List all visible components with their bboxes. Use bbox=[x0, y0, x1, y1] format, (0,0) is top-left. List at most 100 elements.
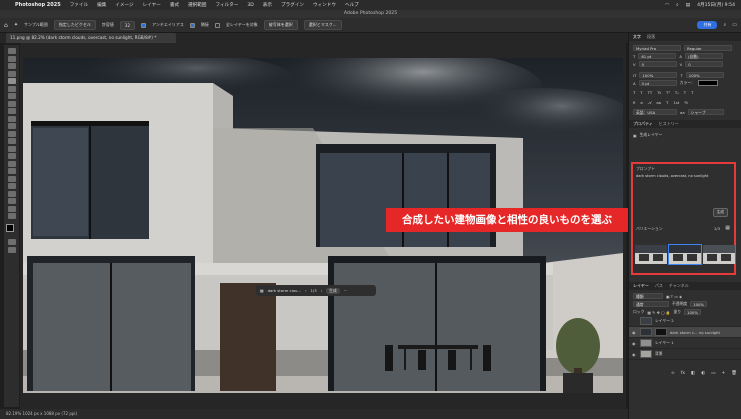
zoom-tool-icon[interactable] bbox=[7, 205, 16, 212]
tab-paragraph[interactable]: 段落 bbox=[647, 34, 655, 40]
menu-layer[interactable]: レイヤー bbox=[143, 2, 161, 8]
more-tools-icon[interactable] bbox=[7, 213, 16, 219]
lasso-tool-icon[interactable] bbox=[7, 70, 16, 77]
tab-character[interactable]: 文字 bbox=[633, 34, 641, 40]
move-tool-icon[interactable] bbox=[7, 48, 16, 54]
menu-type[interactable]: 書式 bbox=[170, 2, 179, 8]
layer-row[interactable]: ◉ レイヤー 1 bbox=[629, 338, 741, 349]
more-options-icon[interactable]: ⋯ bbox=[344, 288, 348, 293]
ordinals-icon[interactable]: 1st bbox=[673, 100, 679, 105]
menu-view[interactable]: 表示 bbox=[263, 2, 272, 8]
subscript-icon[interactable]: T₁ bbox=[675, 90, 679, 95]
contiguous-checkbox[interactable] bbox=[189, 22, 195, 28]
app-name[interactable]: Photoshop 2025 bbox=[15, 2, 61, 8]
eyedropper-tool-icon[interactable] bbox=[7, 100, 16, 107]
menu-help[interactable]: ヘルプ bbox=[345, 2, 359, 8]
superscript-icon[interactable]: T¹ bbox=[666, 90, 670, 95]
tab-history[interactable]: ヒストリー bbox=[659, 121, 679, 127]
clone-stamp-tool-icon[interactable] bbox=[7, 123, 16, 129]
ligatures-icon[interactable]: fi bbox=[633, 100, 635, 105]
share-button[interactable]: 共有 bbox=[697, 21, 718, 29]
brush-tool-icon[interactable] bbox=[7, 115, 16, 122]
visibility-icon[interactable]: ◉ bbox=[632, 352, 637, 357]
search-icon[interactable]: ⌕ bbox=[676, 2, 679, 8]
lock-icons[interactable]: ▦ ✎ ✥ ▢ 🔒 bbox=[647, 310, 670, 315]
adjustment-layer-icon[interactable]: ◐ bbox=[701, 371, 705, 376]
document-tab[interactable]: 11.png @ 82.2% (dark storm clouds, overc… bbox=[6, 33, 176, 43]
gradient-tool-icon[interactable] bbox=[7, 145, 16, 152]
font-family-select[interactable]: Myriad Pro bbox=[633, 45, 681, 51]
quick-select-tool-icon[interactable] bbox=[7, 78, 16, 84]
prev-variation-button[interactable]: ‹ bbox=[305, 288, 307, 293]
wifi-icon[interactable]: ◠ bbox=[665, 3, 669, 8]
dodge-tool-icon[interactable] bbox=[7, 160, 16, 167]
blend-mode-select[interactable]: 通常 bbox=[633, 301, 669, 307]
foreground-color-swatch[interactable] bbox=[5, 223, 14, 232]
faux-italic-icon[interactable]: T bbox=[640, 90, 642, 95]
menu-file[interactable]: ファイル bbox=[70, 2, 88, 8]
all-layers-checkbox[interactable] bbox=[214, 22, 220, 28]
generate-button[interactable]: 生成 bbox=[712, 208, 728, 217]
variation-thumb[interactable] bbox=[703, 245, 735, 264]
layer-row[interactable]: ◉ 背景 bbox=[629, 349, 741, 360]
strikethrough-icon[interactable]: T bbox=[691, 90, 693, 95]
kerning-input[interactable]: 0 bbox=[638, 61, 677, 67]
menu-edit[interactable]: 編集 bbox=[97, 2, 106, 8]
tab-paths[interactable]: パス bbox=[655, 283, 663, 289]
new-layer-icon[interactable]: + bbox=[722, 371, 726, 376]
layer-filter-select[interactable]: 種類 bbox=[633, 293, 663, 299]
swash-icon[interactable]: 𝒜 bbox=[648, 100, 652, 105]
eraser-tool-icon[interactable] bbox=[7, 138, 16, 144]
sample-select[interactable]: 指定したピクセル bbox=[53, 20, 96, 30]
grid-view-icon[interactable]: ▦ bbox=[725, 225, 730, 231]
variation-thumb[interactable] bbox=[668, 244, 702, 265]
tolerance-input[interactable]: 32 bbox=[119, 20, 135, 30]
pen-tool-icon[interactable] bbox=[7, 168, 16, 174]
language-select[interactable]: 英語：USA bbox=[633, 109, 677, 115]
visibility-icon[interactable]: ◉ bbox=[632, 341, 637, 346]
tracking-input[interactable]: 0 bbox=[685, 61, 724, 67]
hand-tool-icon[interactable] bbox=[7, 198, 16, 204]
menu-image[interactable]: イメージ bbox=[115, 2, 133, 8]
screen-mode-icon[interactable] bbox=[7, 246, 16, 253]
text-color-swatch[interactable] bbox=[697, 80, 718, 86]
add-mask-icon[interactable]: ◧ bbox=[691, 371, 695, 376]
control-center-icon[interactable]: ▤ bbox=[686, 3, 690, 8]
menu-window[interactable]: ウィンドウ bbox=[313, 2, 336, 8]
titling-icon[interactable]: T bbox=[666, 100, 668, 105]
delete-layer-icon[interactable]: 🗑 bbox=[731, 371, 737, 376]
layer-row[interactable]: ◉ dark storm c... no sunlight bbox=[629, 327, 741, 338]
fx-icon[interactable]: fx bbox=[681, 371, 685, 376]
link-layers-icon[interactable]: ∞ bbox=[671, 371, 675, 376]
font-size-input[interactable]: 61 pt bbox=[638, 53, 677, 59]
menu-filter[interactable]: フィルター bbox=[215, 2, 238, 8]
underline-icon[interactable]: T bbox=[684, 90, 686, 95]
fill-input[interactable]: 100% bbox=[684, 309, 701, 315]
opacity-input[interactable]: 100% bbox=[690, 301, 708, 307]
magic-wand-icon[interactable]: ✦ bbox=[14, 22, 18, 28]
menu-3d[interactable]: 3D bbox=[247, 3, 253, 8]
marquee-tool-icon[interactable] bbox=[7, 63, 16, 69]
menu-plugins[interactable]: プラグイン bbox=[281, 2, 304, 8]
font-style-select[interactable]: Regular bbox=[684, 45, 732, 51]
history-brush-tool-icon[interactable] bbox=[7, 130, 16, 137]
vertical-scale-input[interactable]: 100% bbox=[639, 72, 678, 78]
baseline-input[interactable]: 0 pt bbox=[638, 80, 677, 86]
all-caps-icon[interactable]: TT bbox=[648, 90, 653, 95]
menu-select[interactable]: 選択範囲 bbox=[188, 2, 206, 8]
new-group-icon[interactable]: ▭ bbox=[711, 371, 715, 376]
path-select-tool-icon[interactable] bbox=[7, 183, 16, 189]
home-icon[interactable]: ⌂ bbox=[4, 22, 8, 29]
quick-mask-icon[interactable] bbox=[7, 239, 16, 245]
prompt-text[interactable]: dark storm clouds, overcast, no sunlight bbox=[633, 174, 734, 178]
horizontal-scale-input[interactable]: 100% bbox=[685, 72, 724, 78]
crop-tool-icon[interactable] bbox=[7, 85, 16, 92]
layer-row[interactable]: レイヤー 2 bbox=[629, 316, 741, 327]
alternates-icon[interactable]: aa bbox=[656, 100, 661, 105]
select-and-mask-button[interactable]: 選択とマスク... bbox=[303, 20, 342, 30]
antialias-select[interactable]: シャープ bbox=[687, 109, 724, 115]
workspace-icon[interactable]: ▭ bbox=[732, 22, 737, 28]
spot-healing-tool-icon[interactable] bbox=[7, 108, 16, 114]
tab-channels[interactable]: チャンネル bbox=[669, 283, 689, 289]
antialias-checkbox[interactable] bbox=[141, 22, 146, 28]
